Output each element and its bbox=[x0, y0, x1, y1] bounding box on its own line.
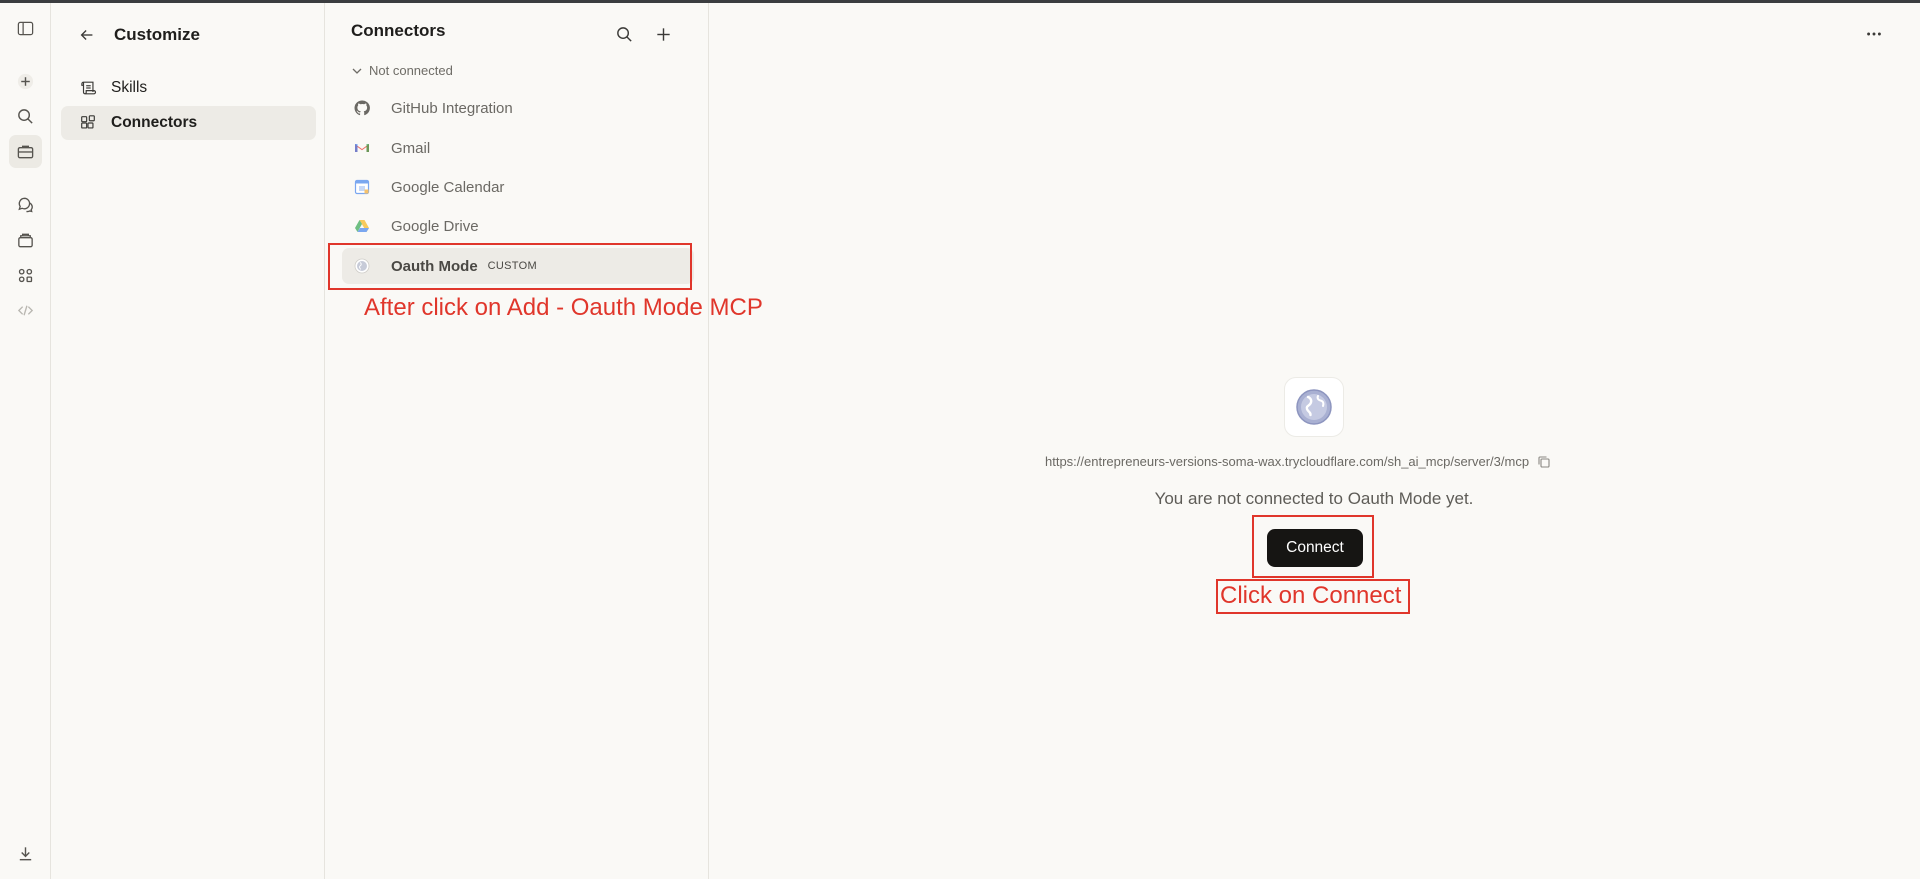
download-icon[interactable] bbox=[9, 837, 42, 870]
connectors-title: Connectors bbox=[351, 21, 446, 40]
apps-grid-icon[interactable] bbox=[9, 259, 42, 292]
large-globe-icon bbox=[1296, 389, 1332, 425]
add-connector-icon[interactable] bbox=[649, 20, 677, 48]
search-icon[interactable] bbox=[9, 100, 42, 133]
section-not-connected[interactable]: Not connected bbox=[351, 63, 453, 78]
scroll-icon bbox=[81, 81, 96, 95]
nav-item-label: Skills bbox=[111, 79, 148, 96]
annotation-box-connect bbox=[1252, 515, 1374, 578]
page-title: Customize bbox=[114, 25, 200, 44]
annotation-note-selected: After click on Add - Oauth Mode MCP bbox=[364, 294, 763, 321]
code-icon[interactable] bbox=[9, 294, 42, 327]
nav-item-skills[interactable]: Skills bbox=[61, 71, 316, 105]
connector-gmail[interactable]: Gmail bbox=[342, 130, 694, 166]
annotation-box-oauth-mode bbox=[328, 243, 692, 290]
connector-github[interactable]: GitHub Integration bbox=[342, 90, 694, 126]
connectors-grid-icon bbox=[81, 115, 95, 129]
connector-globe-tile bbox=[1284, 377, 1344, 437]
icon-rail bbox=[0, 3, 51, 879]
connector-google-drive[interactable]: Google Drive bbox=[342, 208, 694, 244]
connectors-panel: Connectors Not connected GitHub Integrat… bbox=[326, 3, 709, 879]
projects-icon[interactable] bbox=[9, 224, 42, 257]
briefcase-icon[interactable] bbox=[9, 135, 42, 168]
more-options-icon[interactable] bbox=[1860, 20, 1888, 48]
github-icon bbox=[354, 100, 370, 116]
search-connectors-icon[interactable] bbox=[610, 20, 638, 48]
customize-header: Customize bbox=[74, 22, 200, 48]
google-drive-icon bbox=[354, 218, 370, 234]
google-calendar-icon bbox=[354, 179, 370, 195]
sidebar-toggle-icon[interactable] bbox=[9, 12, 42, 45]
nav-item-label: Connectors bbox=[111, 114, 198, 131]
chats-icon[interactable] bbox=[9, 188, 42, 221]
back-arrow-icon[interactable] bbox=[74, 22, 100, 48]
connector-google-calendar[interactable]: Google Calendar bbox=[342, 169, 694, 205]
nav-item-connectors[interactable]: Connectors bbox=[61, 106, 316, 140]
copy-icon[interactable] bbox=[1537, 455, 1551, 469]
gmail-icon bbox=[354, 140, 370, 156]
server-url: https://entrepreneurs-versions-soma-wax.… bbox=[1045, 454, 1551, 469]
connection-status-text: You are not connected to Oauth Mode yet. bbox=[1154, 489, 1474, 508]
annotation-note-connect: Click on Connect bbox=[1220, 582, 1402, 609]
chevron-down-icon bbox=[352, 68, 362, 74]
new-chat-icon[interactable] bbox=[9, 65, 42, 98]
customize-panel: Customize Skills Connectors bbox=[52, 3, 325, 879]
